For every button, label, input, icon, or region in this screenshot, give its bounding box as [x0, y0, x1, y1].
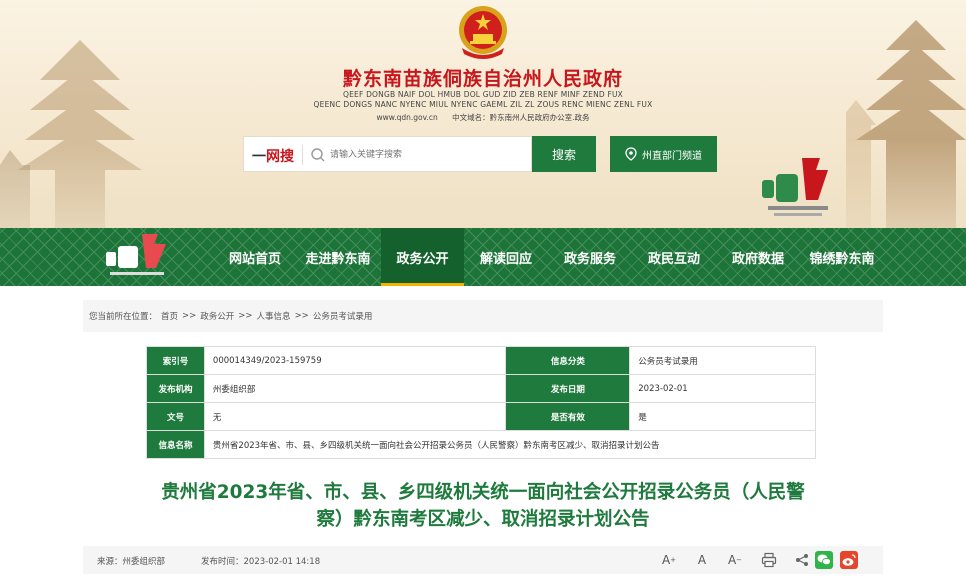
nav-item-about[interactable]: 走进黔东南	[295, 228, 381, 286]
breadcrumb-home[interactable]: 首页	[161, 310, 178, 322]
table-row: 文号 无 是否有效 是	[146, 402, 816, 431]
main-nav: 网站首页 走进黔东南 政务公开 解读回应 政务服务 政民互动 政府数据 锦绣黔东…	[0, 228, 966, 286]
page: 黔东南苗族侗族自治州人民政府 QEEF DONGB NAIF DOL HMUB …	[0, 0, 966, 583]
share-icon[interactable]	[795, 550, 809, 570]
breadcrumb-personnel[interactable]: 人事信息	[257, 310, 291, 322]
search-button[interactable]: 搜索	[532, 136, 596, 172]
article-meta-bar: 来源：州委组织部 发布时间：2023-02-01 14:18 A + A A −	[83, 546, 883, 574]
publisher-value: 州委组织部	[203, 374, 507, 403]
print-icon[interactable]	[761, 550, 777, 570]
table-row: 索引号 000014349/2023-159759 信息分类 公务员考试录用	[146, 346, 816, 375]
weibo-share-icon[interactable]	[840, 550, 858, 570]
article-title-line2: 察）黔东南考区减少、取消招录计划公告	[316, 509, 650, 530]
breadcrumb-prefix: 您当前所在位置：	[89, 312, 158, 322]
breadcrumb: 您当前所在位置： 首页 >> 政务公开 >> 人事信息 >> 公务员考试录用	[83, 300, 883, 332]
site-title: 黔东南苗族侗族自治州人民政府	[342, 68, 623, 90]
breadcrumb-gov-affairs[interactable]: 政务公开	[200, 310, 234, 322]
breadcrumb-sep: >>	[182, 311, 197, 321]
header-banner: 黔东南苗族侗族自治州人民政府 QEEF DONGB NAIF DOL HMUB …	[0, 0, 966, 228]
document-info-table: 索引号 000014349/2023-159759 信息分类 公务员考试录用 发…	[146, 346, 817, 459]
search-divider	[302, 145, 303, 165]
publish-date-value: 2023-02-01	[629, 374, 816, 403]
breadcrumb-sep: >>	[238, 311, 253, 321]
dept-channel-button[interactable]: 州直部门频道	[610, 136, 717, 172]
qiandongnan-brand-logo	[762, 158, 828, 216]
index-label: 索引号	[146, 346, 205, 375]
nav-item-scenery[interactable]: 锦绣黔东南	[800, 228, 884, 286]
table-row: 信息名称 贵州省2023年省、市、县、乡四级机关统一面向社会公开招录公务员（人民…	[146, 430, 817, 459]
doc-number-label: 文号	[146, 402, 205, 431]
search-icon	[311, 148, 325, 162]
font-decrease-icon[interactable]: A −	[725, 550, 745, 570]
search-input[interactable]	[330, 144, 525, 166]
info-name-value: 贵州省2023年省、市、县、乡四级机关统一面向社会公开招录公务员（人民警察）黔东…	[203, 430, 817, 459]
search-brand: 一网搜	[252, 149, 294, 165]
chinese-domain: 中文域名：黔东南州人民政府办公室.政务	[452, 113, 590, 122]
publisher-label: 发布机构	[146, 374, 205, 403]
national-emblem-icon	[459, 6, 507, 59]
nav-item-gov-affairs[interactable]: 政务公开	[381, 228, 464, 286]
doc-number-value: 无	[203, 402, 507, 431]
dept-channel-label: 州直部门频道	[642, 150, 702, 162]
site-url[interactable]: www.qdn.gov.cn	[376, 113, 437, 122]
nav-item-interaction[interactable]: 政民互动	[632, 228, 716, 286]
nav-item-data[interactable]: 政府数据	[716, 228, 800, 286]
breadcrumb-civil-exam[interactable]: 公务员考试录用	[313, 310, 373, 322]
search-box: 一网搜	[243, 136, 532, 172]
nav-item-interpretation[interactable]: 解读回应	[464, 228, 548, 286]
info-name-label: 信息名称	[146, 430, 205, 459]
table-row: 发布机构 州委组织部 发布日期 2023-02-01	[146, 374, 816, 403]
article-publish-time: 发布时间：2023-02-01 14:18	[201, 557, 321, 567]
location-pin-icon	[625, 147, 637, 161]
site-url-row: www.qdn.gov.cn 中文域名：黔东南州人民政府办公室.政务	[0, 112, 966, 123]
category-label: 信息分类	[505, 346, 631, 375]
article-title: 贵州省2023年省、市、县、乡四级机关统一面向社会公开招录公务员（人民警 察）黔…	[83, 479, 883, 533]
nav-brand-logo[interactable]	[104, 230, 172, 280]
breadcrumb-sep: >>	[294, 311, 309, 321]
validity-value: 是	[629, 402, 816, 431]
index-value: 000014349/2023-159759	[203, 346, 507, 375]
site-title-ethnic-line1: QEEF DONGB NAIF DOL HMUB DOL GUD ZID ZEB…	[343, 90, 623, 99]
nav-item-services[interactable]: 政务服务	[548, 228, 632, 286]
wechat-share-icon[interactable]	[815, 550, 833, 570]
font-increase-icon[interactable]: A +	[659, 550, 679, 570]
publish-date-label: 发布日期	[505, 374, 631, 403]
validity-label: 是否有效	[505, 402, 631, 431]
site-title-ethnic-line2: QEENC DONGS NANC NYENC MIUL NYENC GAEML …	[313, 100, 653, 109]
font-reset-icon[interactable]: A	[693, 550, 711, 570]
article-title-line1: 贵州省2023年省、市、县、乡四级机关统一面向社会公开招录公务员（人民警	[161, 482, 805, 503]
nav-item-home[interactable]: 网站首页	[215, 228, 295, 286]
article-source: 来源：州委组织部	[97, 557, 166, 567]
category-value: 公务员考试录用	[629, 346, 816, 375]
